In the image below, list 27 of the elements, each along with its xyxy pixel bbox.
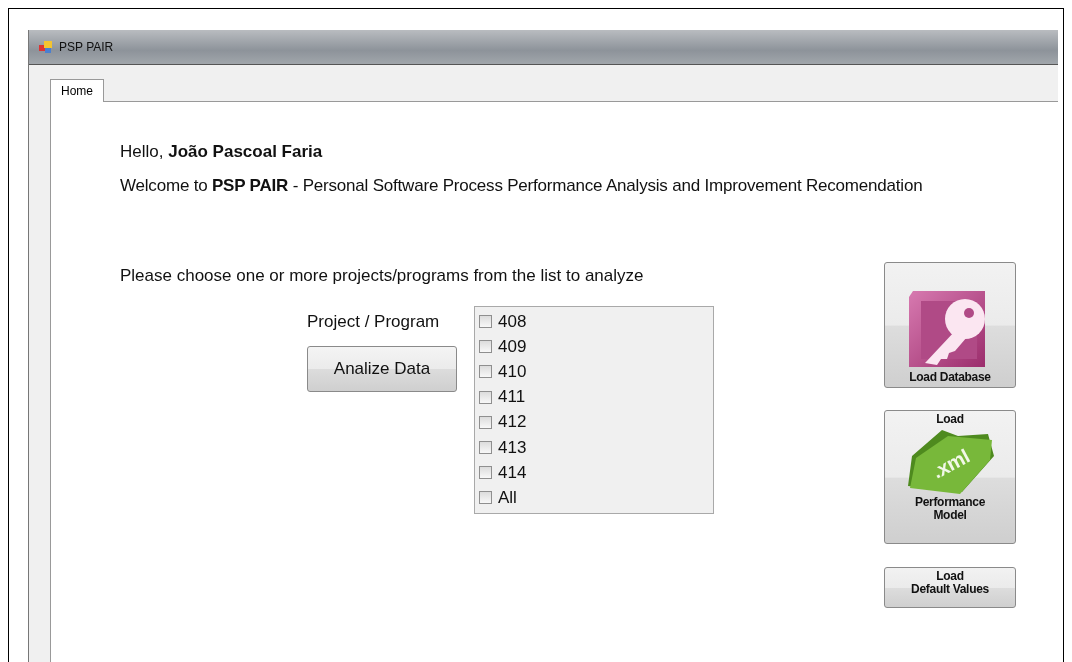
welcome-text: Welcome to PSP PAIR - Personal Software Process Performance Analysis and Improvement Recomendation — [120, 176, 924, 196]
load-button[interactable]: Load Database — [884, 262, 1016, 388]
tab[interactable]: Home — [50, 79, 104, 102]
checkbox[interactable] — [479, 390, 492, 404]
checkbox[interactable] — [479, 491, 492, 505]
checkbox-label[interactable]: All — [498, 487, 517, 508]
checkbox-label[interactable]: 412 — [498, 412, 527, 433]
checkbox[interactable] — [479, 415, 492, 429]
load-button[interactable]: Load .xml Performance Model — [884, 410, 1016, 544]
checkbox-label[interactable]: 408 — [498, 311, 527, 332]
checkbox[interactable] — [479, 315, 492, 329]
checkbox[interactable] — [479, 441, 492, 455]
analyze-button[interactable]: Analize Data — [307, 346, 457, 392]
instruction-text: Please choose one or more projects/programs from the list to analyze — [120, 266, 645, 286]
checkbox-label[interactable]: 413 — [498, 437, 527, 458]
checkbox-label[interactable]: 409 — [498, 336, 527, 357]
checkbox[interactable] — [479, 340, 492, 354]
checkbox-label[interactable]: 414 — [498, 462, 527, 483]
checkbox[interactable] — [479, 365, 492, 379]
checkbox-label[interactable]: 411 — [498, 387, 526, 408]
window-title: PSP PAIR — [59, 40, 114, 54]
checkbox[interactable] — [479, 466, 492, 480]
field-label: Project / Program — [307, 312, 441, 332]
load-button[interactable]: Load Default Values — [884, 567, 1016, 608]
greeting-text: Hello, João Pascoal Faria — [120, 142, 324, 163]
checkbox-label[interactable]: 410 — [498, 361, 527, 382]
app-icon — [39, 41, 53, 53]
